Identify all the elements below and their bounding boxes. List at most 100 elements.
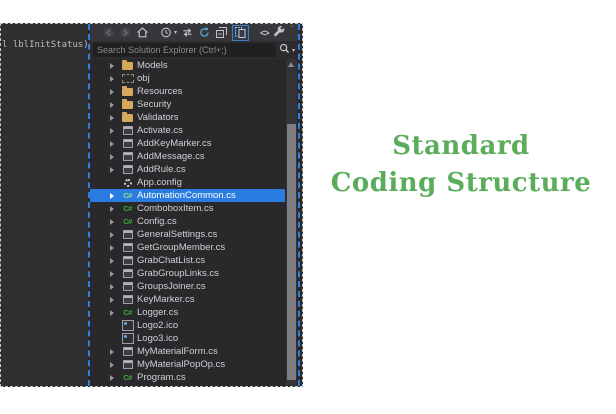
config-file-icon <box>121 177 134 188</box>
switch-views-icon[interactable]: ▾ <box>160 26 177 40</box>
expander-icon[interactable] <box>110 271 121 277</box>
tree-item[interactable]: GroupsJoiner.cs <box>90 280 285 293</box>
tree-item[interactable]: C#Logger.cs <box>90 306 285 319</box>
screenshot-region: l lblInitStatus) ▾ <> '' ▾ <box>0 23 303 387</box>
tree-item-label: Models <box>137 60 168 71</box>
code-text: l lblInitStatus) <box>2 40 89 50</box>
tree-item-label: GrabChatList.cs <box>137 255 205 266</box>
tree-item[interactable]: KeyMarker.cs <box>90 293 285 306</box>
winform-file-icon <box>121 138 134 149</box>
tree-item[interactable]: Logo2.ico <box>90 319 285 332</box>
tree-item[interactable]: App.config <box>90 176 285 189</box>
expander-icon[interactable] <box>110 349 121 355</box>
expander-icon[interactable] <box>110 102 121 108</box>
tree-item[interactable]: C#Config.cs <box>90 215 285 228</box>
tree-item-label: GroupsJoiner.cs <box>137 281 206 292</box>
tree-item-label: AutomationCommon.cs <box>137 190 236 201</box>
expander-icon[interactable] <box>110 115 121 121</box>
folder-icon <box>121 112 134 123</box>
search-icon[interactable] <box>279 41 290 59</box>
folder-icon <box>121 99 134 110</box>
csharp-file-icon: C# <box>121 216 134 227</box>
collapse-all-icon[interactable] <box>215 26 228 40</box>
image-file-icon <box>121 333 134 344</box>
tree-item[interactable]: C#AutomationCommon.cs <box>90 189 285 202</box>
tree-item[interactable]: MyMaterialForm.cs <box>90 345 285 358</box>
search-options-caret-icon[interactable]: ▾ <box>292 47 295 54</box>
expander-icon[interactable] <box>110 232 121 238</box>
view-code-icon[interactable]: <> <box>260 26 269 40</box>
back-icon[interactable] <box>102 26 115 40</box>
tree-item-label: AddRule.cs <box>137 164 186 175</box>
code-editor-strip: l lblInitStatus) <box>1 24 88 386</box>
expander-icon[interactable] <box>110 284 121 290</box>
tree-item[interactable]: obj <box>90 72 285 85</box>
scroll-up-arrow-icon[interactable] <box>288 62 294 67</box>
winform-file-icon <box>121 229 134 240</box>
tree-item[interactable]: Models <box>90 59 285 72</box>
expander-icon[interactable] <box>110 245 121 251</box>
expander-icon[interactable] <box>110 76 121 82</box>
tree-item[interactable]: Logo3.ico <box>90 332 285 345</box>
tree-item[interactable]: GetGroupMember.cs <box>90 241 285 254</box>
tree-item-label: KeyMarker.cs <box>137 294 195 305</box>
winform-file-icon <box>121 294 134 305</box>
csharp-file-icon: C# <box>121 190 134 201</box>
corner-marks: '' <box>291 24 294 33</box>
tree-item-label: obj <box>137 73 150 84</box>
expander-icon[interactable] <box>110 362 121 368</box>
solution-explorer-panel: ▾ <> '' ▾ Models obj ResourcesSecurityValida… <box>90 24 298 386</box>
tree-item[interactable]: AddMessage.cs <box>90 150 285 163</box>
headline-line1: Standard <box>320 128 602 165</box>
tree-item[interactable]: MyMaterialPopOp.cs <box>90 358 285 371</box>
vertical-scrollbar[interactable] <box>286 59 297 386</box>
scrollbar-thumb[interactable] <box>287 124 296 380</box>
winform-file-icon <box>121 151 134 162</box>
csharp-file-icon: C# <box>121 203 134 214</box>
tree-item[interactable]: Validators <box>90 111 285 124</box>
tree-item-label: ComboboxItem.cs <box>137 203 214 214</box>
properties-icon[interactable] <box>273 26 286 40</box>
expander-icon[interactable] <box>110 63 121 69</box>
search-input[interactable] <box>93 43 276 57</box>
expander-icon[interactable] <box>110 89 121 95</box>
explorer-toolbar: ▾ <> '' <box>90 24 298 41</box>
expander-icon[interactable] <box>110 141 121 147</box>
expander-icon[interactable] <box>110 193 121 199</box>
expander-icon[interactable] <box>110 167 121 173</box>
tree-item[interactable]: C#ComboboxItem.cs <box>90 202 285 215</box>
expander-icon[interactable] <box>110 297 121 303</box>
expander-icon[interactable] <box>110 154 121 160</box>
expander-icon[interactable] <box>110 375 121 381</box>
sync-active-document-icon[interactable] <box>181 26 194 40</box>
tree-item-label: Logger.cs <box>137 307 178 318</box>
solution-tree: Models obj ResourcesSecurityValidatorsActi… <box>90 59 285 386</box>
tree-item-label: GetGroupMember.cs <box>137 242 225 253</box>
tree-item[interactable]: AddKeyMarker.cs <box>90 137 285 150</box>
tree-item[interactable]: C#Program.cs <box>90 371 285 384</box>
tree-item[interactable]: Activate.cs <box>90 124 285 137</box>
image-file-icon <box>121 320 134 331</box>
expander-icon[interactable] <box>110 258 121 264</box>
expander-icon[interactable] <box>110 206 121 212</box>
tree-item-label: GeneralSettings.cs <box>137 229 217 240</box>
headline: Standard Coding Structure <box>320 128 602 202</box>
winform-file-icon <box>121 268 134 279</box>
tree-item[interactable]: GeneralSettings.cs <box>90 228 285 241</box>
expander-icon[interactable] <box>110 310 121 316</box>
winform-file-icon <box>121 281 134 292</box>
tree-item[interactable]: Resources <box>90 85 285 98</box>
show-all-files-icon[interactable] <box>232 25 249 41</box>
tree-item-label: Activate.cs <box>137 125 183 136</box>
home-icon[interactable] <box>136 26 149 40</box>
expander-icon[interactable] <box>110 219 121 225</box>
tree-item[interactable]: GrabGroupLinks.cs <box>90 267 285 280</box>
tree-item-label: Resources <box>137 86 182 97</box>
tree-item[interactable]: Security <box>90 98 285 111</box>
tree-item-label: App.config <box>137 177 182 188</box>
tree-item[interactable]: AddRule.cs <box>90 163 285 176</box>
expander-icon[interactable] <box>110 128 121 134</box>
refresh-icon[interactable] <box>198 26 211 40</box>
forward-icon[interactable] <box>119 26 132 40</box>
tree-item[interactable]: GrabChatList.cs <box>90 254 285 267</box>
